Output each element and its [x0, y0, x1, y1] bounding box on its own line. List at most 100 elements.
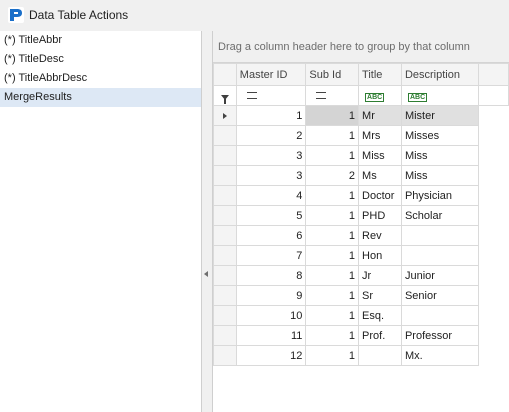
- filter-cell-description[interactable]: ABC: [400, 85, 479, 106]
- cell-title[interactable]: Mrs: [358, 125, 402, 146]
- filter-cell-sub-id[interactable]: [305, 85, 360, 106]
- cell-sub-id[interactable]: 1: [305, 125, 360, 146]
- cell-title[interactable]: Ms: [358, 165, 402, 186]
- action-list-item[interactable]: MergeResults: [0, 88, 201, 107]
- cell-sub-id[interactable]: 1: [305, 345, 360, 366]
- row-indicator[interactable]: [213, 285, 237, 306]
- cell-title[interactable]: Jr: [358, 265, 402, 286]
- text-filter-icon: ABC: [365, 92, 385, 102]
- cell-sub-id[interactable]: 1: [305, 185, 360, 206]
- cell-master-id[interactable]: 4: [235, 185, 307, 206]
- cell-description[interactable]: Mx.: [400, 345, 479, 366]
- cell-master-id[interactable]: 5: [235, 205, 307, 226]
- cell-master-id[interactable]: 2: [235, 125, 307, 146]
- action-list-item[interactable]: (*) TitleAbbrDesc: [0, 69, 201, 88]
- row-indicator[interactable]: [213, 205, 237, 226]
- column-header-master-id[interactable]: Master ID: [235, 63, 307, 86]
- filter-filler: [477, 85, 509, 106]
- cell-sub-id[interactable]: 1: [305, 325, 360, 346]
- table-row[interactable]: 4 1 Doctor Physician: [213, 185, 509, 206]
- cell-description[interactable]: Professor: [400, 325, 479, 346]
- cell-description[interactable]: Senior: [400, 285, 479, 306]
- cell-title[interactable]: PHD: [358, 205, 402, 226]
- column-header-title[interactable]: Title: [358, 63, 402, 86]
- table-row[interactable]: 8 1 Jr Junior: [213, 265, 509, 286]
- cell-description[interactable]: Junior: [400, 265, 479, 286]
- cell-title[interactable]: Rev: [358, 225, 402, 246]
- table-row[interactable]: 12 1 Mx.: [213, 345, 509, 366]
- cell-master-id[interactable]: 3: [235, 165, 307, 186]
- cell-description[interactable]: [400, 225, 479, 246]
- cell-title[interactable]: Miss: [358, 145, 402, 166]
- cell-master-id[interactable]: 6: [235, 225, 307, 246]
- cell-sub-id[interactable]: 1: [305, 205, 360, 226]
- title-bar: Data Table Actions: [0, 0, 509, 32]
- table-row[interactable]: 11 1 Prof. Professor: [213, 325, 509, 346]
- action-list-item[interactable]: (*) TitleAbbr: [0, 31, 201, 50]
- row-indicator[interactable]: [213, 325, 237, 346]
- equals-icon: [246, 92, 257, 100]
- cell-description[interactable]: Scholar: [400, 205, 479, 226]
- cell-title[interactable]: Esq.: [358, 305, 402, 326]
- cell-description[interactable]: Miss: [400, 165, 479, 186]
- row-indicator[interactable]: [213, 265, 237, 286]
- cell-sub-id[interactable]: 1: [305, 225, 360, 246]
- cell-sub-id[interactable]: 2: [305, 165, 360, 186]
- table-row[interactable]: 7 1 Hon: [213, 245, 509, 266]
- table-row[interactable]: 2 1 Mrs Misses: [213, 125, 509, 146]
- table-row[interactable]: 3 1 Miss Miss: [213, 145, 509, 166]
- cell-title[interactable]: Hon: [358, 245, 402, 266]
- table-row[interactable]: 1 1 Mr Mister: [213, 105, 509, 126]
- collapse-arrow-icon[interactable]: [204, 271, 208, 277]
- row-indicator[interactable]: [213, 345, 237, 366]
- cell-title[interactable]: Prof.: [358, 325, 402, 346]
- action-list: (*) TitleAbbr (*) TitleDesc (*) TitleAbbrD…: [0, 31, 201, 107]
- cell-master-id[interactable]: 11: [235, 325, 307, 346]
- row-indicator[interactable]: [213, 105, 237, 126]
- cell-description[interactable]: [400, 245, 479, 266]
- column-header-sub-id[interactable]: Sub Id: [305, 63, 360, 86]
- cell-description[interactable]: Miss: [400, 145, 479, 166]
- row-indicator[interactable]: [213, 225, 237, 246]
- cell-master-id[interactable]: 3: [235, 145, 307, 166]
- cell-master-id[interactable]: 9: [235, 285, 307, 306]
- cell-description[interactable]: Physician: [400, 185, 479, 206]
- cell-description[interactable]: [400, 305, 479, 326]
- row-indicator[interactable]: [213, 165, 237, 186]
- cell-sub-id[interactable]: 1: [305, 145, 360, 166]
- panel-splitter[interactable]: [202, 31, 212, 412]
- cell-sub-id[interactable]: 1: [305, 285, 360, 306]
- action-list-item[interactable]: (*) TitleDesc: [0, 50, 201, 69]
- cell-master-id[interactable]: 12: [235, 345, 307, 366]
- cell-title[interactable]: Sr: [358, 285, 402, 306]
- row-indicator[interactable]: [213, 145, 237, 166]
- row-indicator[interactable]: [213, 125, 237, 146]
- header-indicator-cell: [213, 63, 237, 86]
- column-header-description[interactable]: Description: [400, 63, 479, 86]
- cell-sub-id[interactable]: 1: [305, 105, 360, 126]
- table-row[interactable]: 9 1 Sr Senior: [213, 285, 509, 306]
- cell-master-id[interactable]: 1: [235, 105, 307, 126]
- row-indicator[interactable]: [213, 245, 237, 266]
- filter-cell-title[interactable]: ABC: [358, 85, 402, 106]
- filter-row: ABC ABC: [213, 85, 509, 106]
- cell-description[interactable]: Misses: [400, 125, 479, 146]
- cell-description[interactable]: Mister: [400, 105, 479, 126]
- cell-title[interactable]: Mr: [358, 105, 402, 126]
- table-row[interactable]: 10 1 Esq.: [213, 305, 509, 326]
- table-row[interactable]: 5 1 PHD Scholar: [213, 205, 509, 226]
- cell-master-id[interactable]: 7: [235, 245, 307, 266]
- row-indicator[interactable]: [213, 305, 237, 326]
- cell-sub-id[interactable]: 1: [305, 265, 360, 286]
- cell-master-id[interactable]: 8: [235, 265, 307, 286]
- row-indicator[interactable]: [213, 185, 237, 206]
- cell-master-id[interactable]: 10: [235, 305, 307, 326]
- group-by-panel[interactable]: Drag a column header here to group by th…: [213, 31, 509, 63]
- table-row[interactable]: 3 2 Ms Miss: [213, 165, 509, 186]
- cell-title[interactable]: [358, 345, 402, 366]
- table-row[interactable]: 6 1 Rev: [213, 225, 509, 246]
- cell-title[interactable]: Doctor: [358, 185, 402, 206]
- filter-cell-master-id[interactable]: [235, 85, 307, 106]
- cell-sub-id[interactable]: 1: [305, 245, 360, 266]
- cell-sub-id[interactable]: 1: [305, 305, 360, 326]
